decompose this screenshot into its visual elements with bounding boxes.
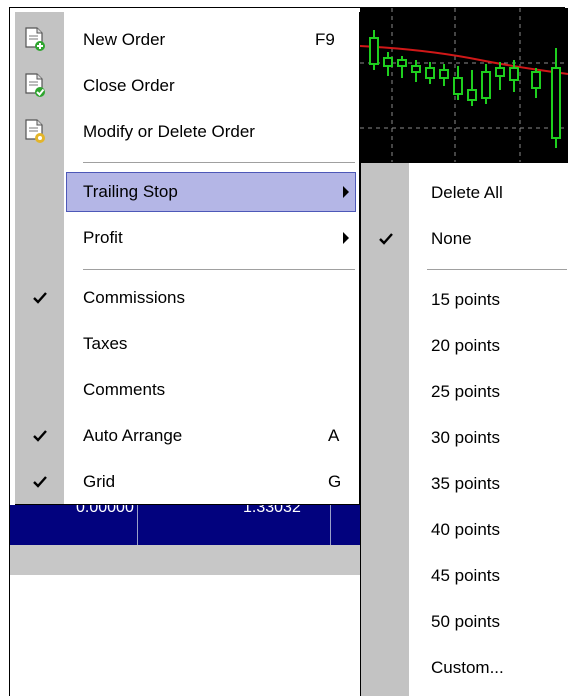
submenu-item-25-points[interactable]: 25 points	[361, 372, 568, 412]
menu-label: 30 points	[431, 428, 500, 447]
column-divider	[137, 505, 138, 545]
menu-item-auto-arrange[interactable]: Auto Arrange A	[15, 416, 360, 456]
submenu-item-45-points[interactable]: 45 points	[361, 556, 568, 596]
menu-shortcut: F9	[315, 30, 335, 49]
document-add-icon	[25, 27, 45, 51]
submenu-item-40-points[interactable]: 40 points	[361, 510, 568, 550]
terminal-cell: 1.33032	[243, 505, 301, 516]
price-chart[interactable]	[360, 8, 568, 166]
menu-item-commissions[interactable]: Commissions	[15, 278, 360, 318]
menu-label: Commissions	[83, 288, 186, 307]
submenu-arrow-icon	[343, 232, 349, 244]
menu-label: New Order	[83, 30, 166, 49]
submenu-item-none[interactable]: None	[361, 219, 568, 259]
menu-item-grid[interactable]: Grid G	[15, 462, 360, 502]
menu-label: Close Order	[83, 76, 175, 95]
column-divider	[330, 505, 331, 545]
submenu-item-50-points[interactable]: 50 points	[361, 602, 568, 642]
menu-label: 40 points	[431, 520, 500, 539]
checkmark-icon	[33, 430, 47, 442]
submenu-item-20-points[interactable]: 20 points	[361, 326, 568, 366]
menu-label: Comments	[83, 380, 166, 399]
menu-label: Profit	[83, 228, 123, 247]
document-gear-icon	[25, 119, 45, 143]
menu-label: Delete All	[431, 183, 503, 202]
menu-item-close-order[interactable]: Close Order	[15, 66, 360, 106]
checkmark-icon	[379, 233, 393, 245]
context-menu: New Order F9 Close Order Modify or Delet…	[15, 12, 360, 505]
checkmark-icon	[33, 292, 47, 304]
menu-label: 20 points	[431, 336, 500, 355]
menu-item-taxes[interactable]: Taxes	[15, 324, 360, 364]
menu-item-comments[interactable]: Comments	[15, 370, 360, 410]
submenu-arrow-icon	[343, 186, 349, 198]
menu-item-trailing-stop[interactable]: Trailing Stop	[15, 172, 360, 212]
trailing-stop-submenu: Delete All None 15 points 20 points 25 p…	[360, 162, 568, 696]
menu-shortcut: A	[328, 426, 340, 445]
candlestick-chart	[360, 8, 568, 166]
menu-label: Modify or Delete Order	[83, 122, 255, 141]
checkmark-icon	[33, 476, 47, 488]
menu-item-modify-order[interactable]: Modify or Delete Order	[15, 112, 360, 152]
menu-separator	[83, 269, 355, 271]
submenu-item-35-points[interactable]: 35 points	[361, 464, 568, 504]
menu-label: 25 points	[431, 382, 500, 401]
submenu-item-15-points[interactable]: 15 points	[361, 280, 568, 320]
menu-label: None	[431, 229, 472, 248]
document-check-icon	[25, 73, 45, 97]
menu-label: Auto Arrange	[83, 426, 183, 445]
menu-label: Custom...	[431, 658, 504, 677]
menu-separator	[427, 269, 567, 271]
menu-label: Trailing Stop	[83, 182, 178, 201]
terminal-toolbar	[10, 545, 360, 575]
menu-label: Taxes	[83, 334, 128, 353]
menu-label: Grid	[83, 472, 116, 491]
submenu-item-delete-all[interactable]: Delete All	[361, 173, 568, 213]
menu-label: 45 points	[431, 566, 500, 585]
menu-item-new-order[interactable]: New Order F9	[15, 20, 360, 60]
menu-label: 35 points	[431, 474, 500, 493]
menu-item-profit[interactable]: Profit	[15, 218, 360, 258]
submenu-item-30-points[interactable]: 30 points	[361, 418, 568, 458]
menu-label: 15 points	[431, 290, 500, 309]
menu-separator	[83, 162, 355, 164]
menu-shortcut: G	[328, 472, 342, 491]
terminal-cell: 0.00000	[76, 505, 134, 516]
menu-label: 50 points	[431, 612, 500, 631]
submenu-item-custom[interactable]: Custom...	[361, 648, 568, 688]
